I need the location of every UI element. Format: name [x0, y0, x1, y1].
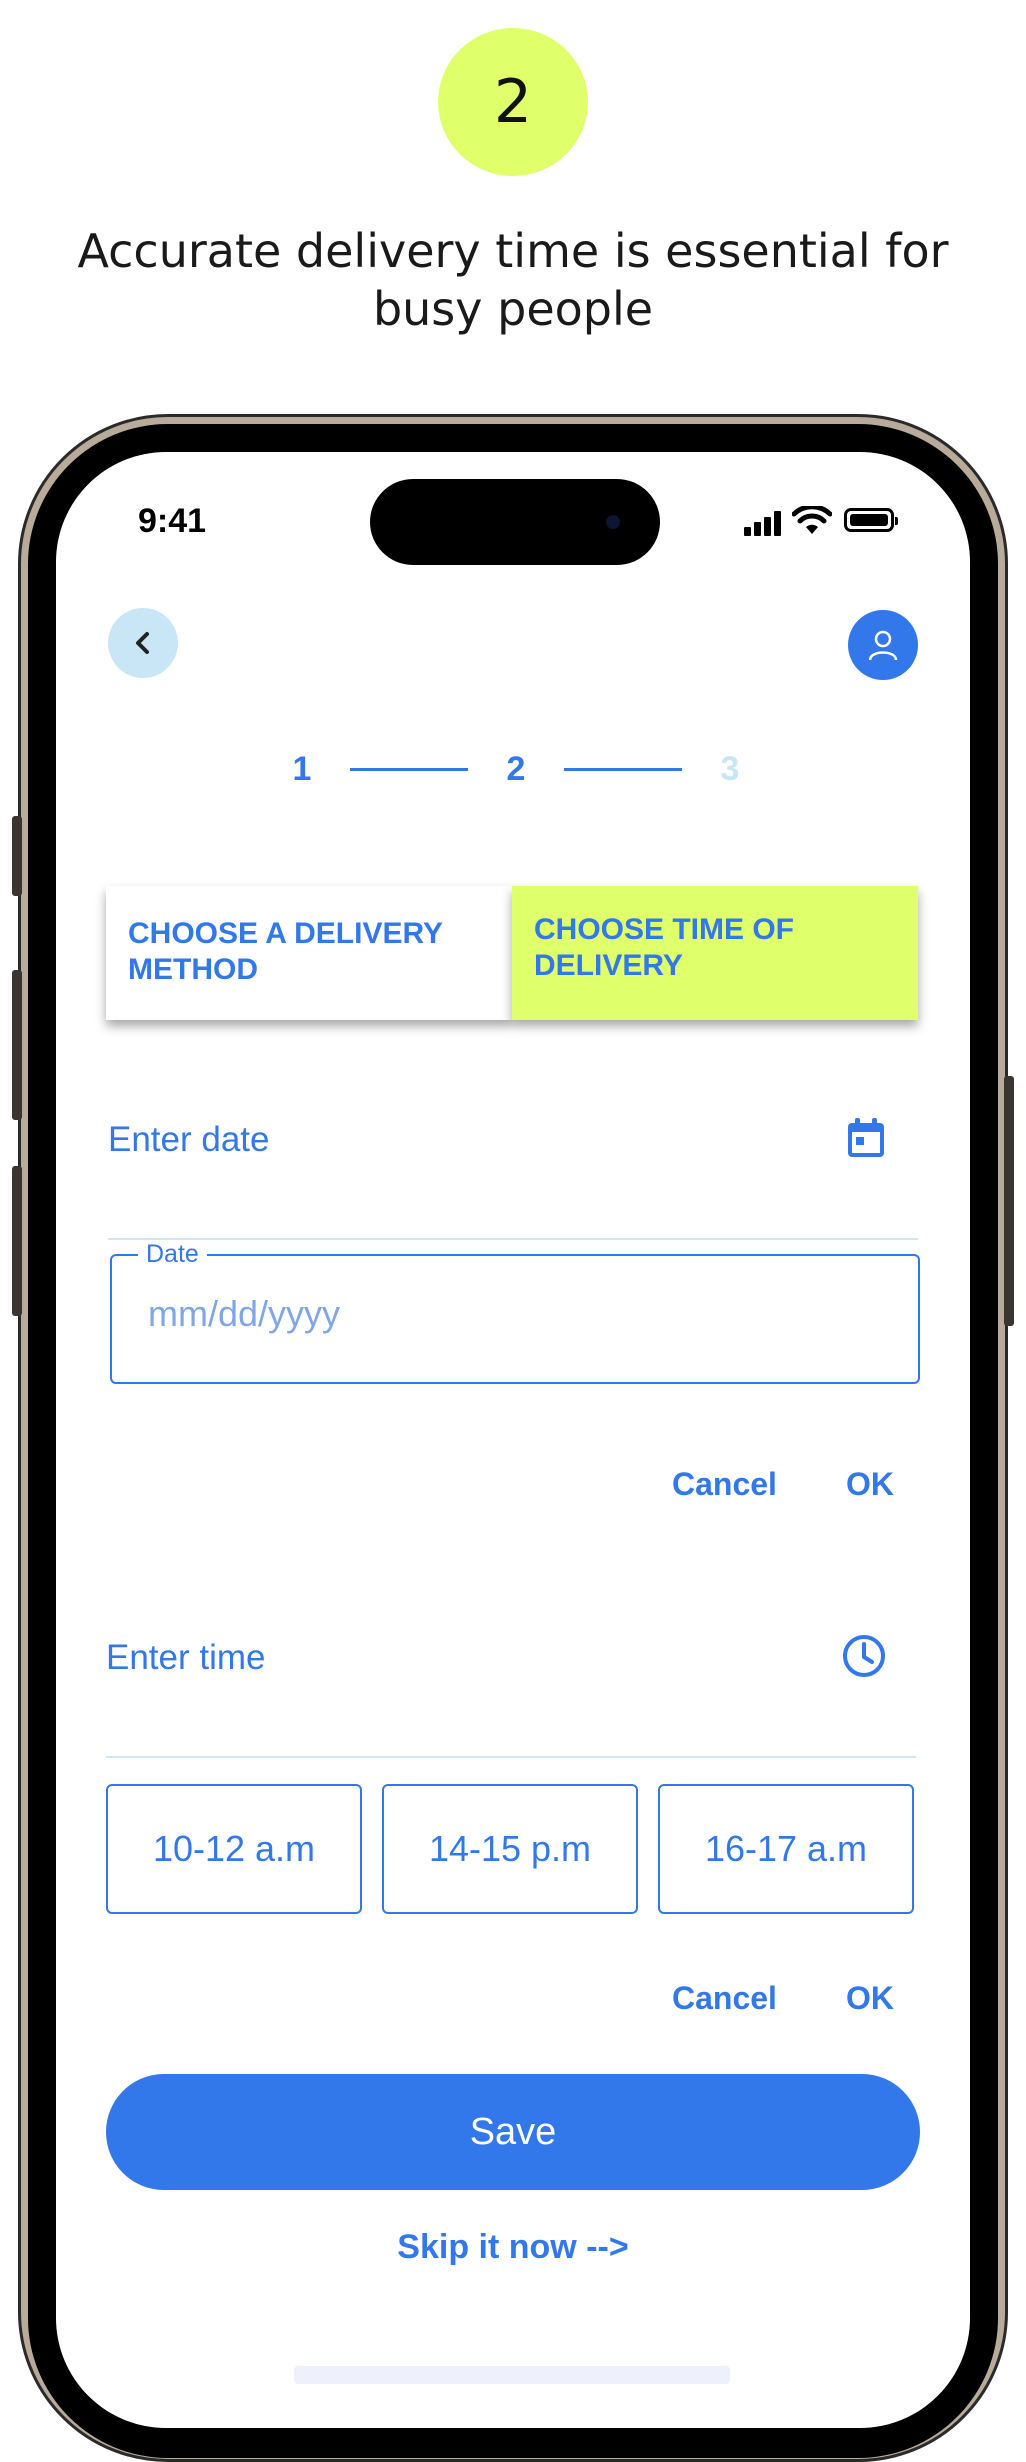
progress-stepper: 1 2 3 — [284, 744, 748, 794]
tab-delivery-method[interactable]: CHOOSE A DELIVERY METHOD — [106, 886, 512, 1020]
dynamic-island — [370, 479, 660, 565]
status-time: 9:41 — [138, 502, 207, 540]
phone-side-button — [12, 1166, 22, 1316]
step-1: 1 — [292, 749, 312, 788]
time-label: Enter time — [106, 1638, 266, 1677]
tab-delivery-time[interactable]: CHOOSE TIME OF DELIVERY — [512, 886, 918, 1020]
step-connector — [350, 767, 468, 771]
step-2: 2 — [506, 749, 526, 788]
date-cancel-button[interactable]: Cancel — [672, 1466, 777, 1503]
date-field[interactable]: Date — [110, 1240, 920, 1384]
time-row[interactable]: Enter time — [106, 1635, 916, 1758]
wifi-icon — [792, 506, 832, 534]
date-row[interactable]: Enter date — [108, 1118, 918, 1240]
calendar-icon[interactable] — [842, 1114, 890, 1162]
date-field-label: Date — [138, 1240, 207, 1269]
step-badge: 2 — [438, 28, 588, 176]
back-button[interactable] — [108, 608, 178, 678]
cellular-signal-icon — [744, 510, 784, 536]
page-headline: Accurate delivery time is essential for … — [77, 224, 949, 336]
save-button[interactable]: Save — [106, 2074, 920, 2190]
divider — [108, 1238, 918, 1240]
time-ok-button[interactable]: OK — [846, 1980, 894, 2017]
time-slot-option[interactable]: 16-17 a.m — [658, 1784, 914, 1914]
time-slot-option[interactable]: 14-15 p.m — [382, 1784, 638, 1914]
step-3: 3 — [720, 749, 740, 788]
delivery-tabs: CHOOSE A DELIVERY METHOD CHOOSE TIME OF … — [106, 886, 918, 1020]
date-label: Enter date — [108, 1120, 270, 1159]
battery-icon — [844, 508, 898, 532]
phone-side-button — [12, 816, 22, 896]
phone-side-button — [1004, 1076, 1014, 1326]
profile-button[interactable] — [848, 610, 918, 680]
date-ok-button[interactable]: OK — [846, 1466, 894, 1503]
phone-screen: 9:41 1 2 3 CHOOSE A DELIVERY METHOD CHOO… — [56, 452, 970, 2428]
date-input[interactable] — [146, 1292, 850, 1336]
phone-side-button — [12, 970, 22, 1120]
chevron-left-icon — [136, 632, 149, 654]
step-connector — [564, 767, 682, 771]
divider — [106, 1756, 916, 1758]
home-indicator — [294, 2366, 730, 2384]
time-cancel-button[interactable]: Cancel — [672, 1980, 777, 2017]
user-icon — [868, 630, 898, 661]
skip-link[interactable]: Skip it now --> — [56, 2228, 970, 2267]
time-slot-option[interactable]: 10-12 a.m — [106, 1784, 362, 1914]
clock-icon[interactable] — [840, 1632, 888, 1680]
